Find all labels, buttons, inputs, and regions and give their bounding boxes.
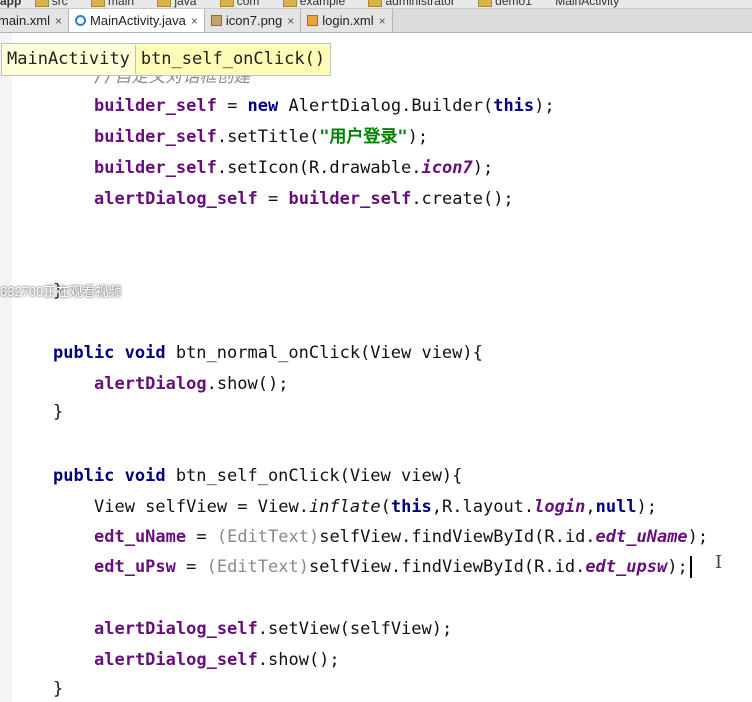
ibeam-cursor-icon: I (715, 552, 723, 573)
code-line: builder_self.setTitle("用户登录"); (94, 127, 429, 147)
viewer-count-overlay: 632700正在观看视频 (0, 284, 122, 299)
code-line: builder_self.setIcon(R.drawable.icon7); (94, 158, 494, 178)
code-structure-breadcrumb: MainActivity btn_self_onClick() (1, 43, 332, 76)
breadcrumb-method[interactable]: btn_self_onClick() (134, 45, 331, 74)
code-line: edt_uName = (EditText)selfView.findViewB… (94, 527, 709, 547)
code-line: alertDialog_self.show(); (94, 650, 340, 670)
code-line: public void btn_normal_onClick(View view… (53, 343, 483, 363)
code-line: public void btn_self_onClick(View view){ (53, 466, 463, 486)
code-line: alertDialog_self.setView(selfView); (94, 619, 453, 639)
code-line: alertDialog.show(); (94, 374, 289, 394)
text-caret (689, 556, 692, 578)
code-line: builder_self = new AlertDialog.Builder(t… (94, 96, 555, 116)
code-line-current: edt_uPsw = (EditText)selfView.findViewBy… (94, 552, 692, 583)
code-line: } (53, 679, 64, 699)
code-line: View selfView = View.inflate(this,R.layo… (94, 497, 658, 517)
code-line: alertDialog_self = builder_self.create()… (94, 189, 514, 209)
code-editor[interactable]: //自定义对话框创建 builder_self = new AlertDialo… (0, 0, 752, 702)
breadcrumb-class[interactable]: MainActivity (2, 45, 135, 74)
code-line: } (53, 402, 64, 422)
